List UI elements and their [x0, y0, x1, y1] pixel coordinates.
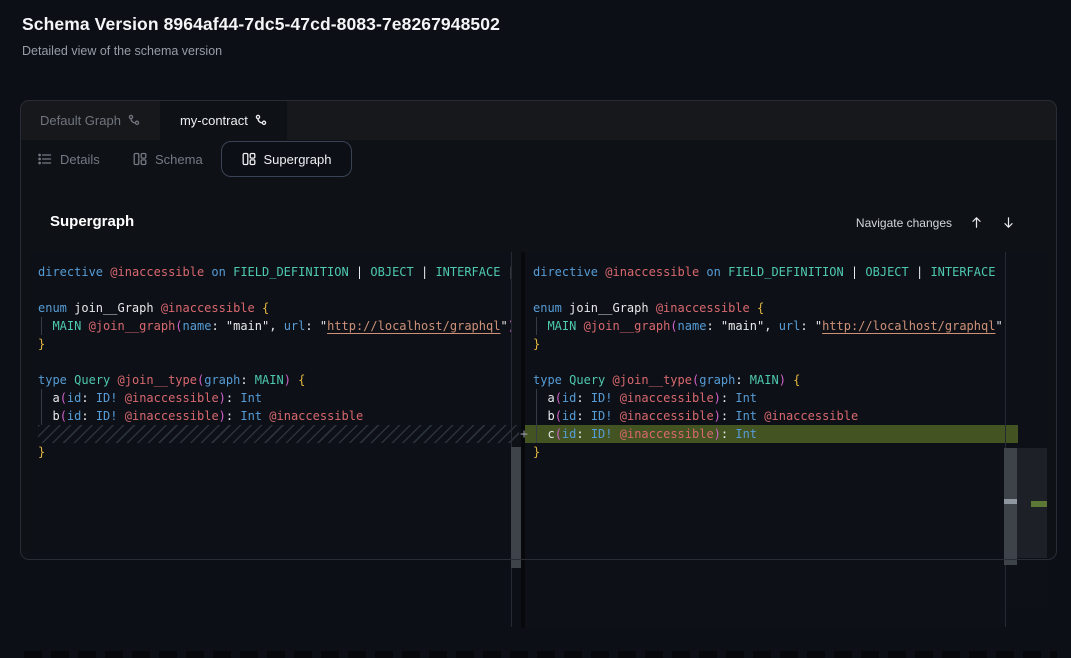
code-line: b(id: ID! @inaccessible): Int @inaccessi… [533, 407, 1005, 425]
code-line: b(id: ID! @inaccessible): Int @inaccessi… [38, 407, 511, 425]
view-tab-bar: Details Schema Supergraph [20, 140, 1057, 180]
left-scrollbar-track-line [511, 252, 512, 627]
arrow-up-icon [969, 215, 984, 230]
code-line: enum join__Graph @inaccessible { [533, 299, 1005, 317]
code-line-added: c(id: ID! @inaccessible): Int [525, 425, 1005, 443]
code-line: } [533, 335, 1005, 353]
scrollbar-change-marker [1004, 499, 1017, 504]
view-tab-label: Supergraph [264, 152, 332, 167]
code-line: type Query @join__type(graph: MAIN) { [533, 371, 1005, 389]
code-line: } [38, 443, 511, 461]
variant-tab-bar: Default Graph my-contract [20, 100, 1057, 140]
navigate-up-button[interactable] [966, 212, 986, 232]
added-line-highlight [1005, 425, 1018, 443]
code-line: MAIN @join__graph(name: "main", url: "ht… [533, 317, 1005, 335]
code-line: a(id: ID! @inaccessible): Int [38, 389, 511, 407]
section-title: Supergraph [50, 213, 134, 230]
arrow-down-icon [1001, 215, 1016, 230]
diff-placeholder-hatch [38, 425, 519, 443]
variant-tab-label: my-contract [180, 113, 248, 128]
code-line [533, 281, 1005, 299]
view-tab-details[interactable]: Details [38, 141, 100, 177]
bottom-dashed-divider [24, 651, 1057, 658]
code-line: type Query @join__type(graph: MAIN) { [38, 371, 511, 389]
code-line: } [533, 443, 1005, 461]
page-title: Schema Version 8964af44-7dc5-47cd-8083-7… [22, 14, 500, 35]
view-tab-label: Schema [155, 152, 203, 167]
fork-icon [255, 114, 267, 126]
view-tab-schema[interactable]: Schema [133, 141, 203, 177]
schema-diff-editor: directive @inaccessible on FIELD_DEFINIT… [30, 252, 1047, 628]
right-scrollbar-thumb[interactable] [1004, 448, 1017, 565]
code-line: directive @inaccessible on FIELD_DEFINIT… [38, 263, 511, 281]
navigate-changes-label: Navigate changes [770, 216, 952, 230]
variant-tab-label: Default Graph [40, 113, 121, 128]
tab-my-contract[interactable]: my-contract [160, 100, 287, 140]
code-line [38, 353, 511, 371]
code-line [38, 281, 511, 299]
code-line [533, 353, 1005, 371]
columns-icon [133, 152, 147, 166]
code-line: } [38, 335, 511, 353]
fork-icon [128, 114, 140, 126]
tab-default-graph[interactable]: Default Graph [20, 100, 160, 140]
right-scrollbar-track-line [1005, 252, 1006, 627]
diff-right-panel[interactable]: directive @inaccessible on FIELD_DEFINIT… [525, 252, 1005, 627]
diff-left-panel[interactable]: directive @inaccessible on FIELD_DEFINIT… [30, 252, 511, 560]
left-scrollbar-thumb[interactable] [511, 447, 521, 568]
columns-icon [242, 152, 256, 166]
code-line: directive @inaccessible on FIELD_DEFINIT… [533, 263, 1005, 281]
overview-added-marker [1031, 501, 1047, 507]
view-tab-label: Details [60, 152, 100, 167]
code-line: MAIN @join__graph(name: "main", url: "ht… [38, 317, 511, 335]
page-subtitle: Detailed view of the schema version [22, 44, 222, 58]
list-icon [38, 152, 52, 166]
navigate-down-button[interactable] [998, 212, 1018, 232]
diff-insert-plus: + [517, 426, 531, 444]
code-line: a(id: ID! @inaccessible): Int [533, 389, 1005, 407]
code-line: enum join__Graph @inaccessible { [38, 299, 511, 317]
view-tab-supergraph[interactable]: Supergraph [221, 141, 352, 177]
